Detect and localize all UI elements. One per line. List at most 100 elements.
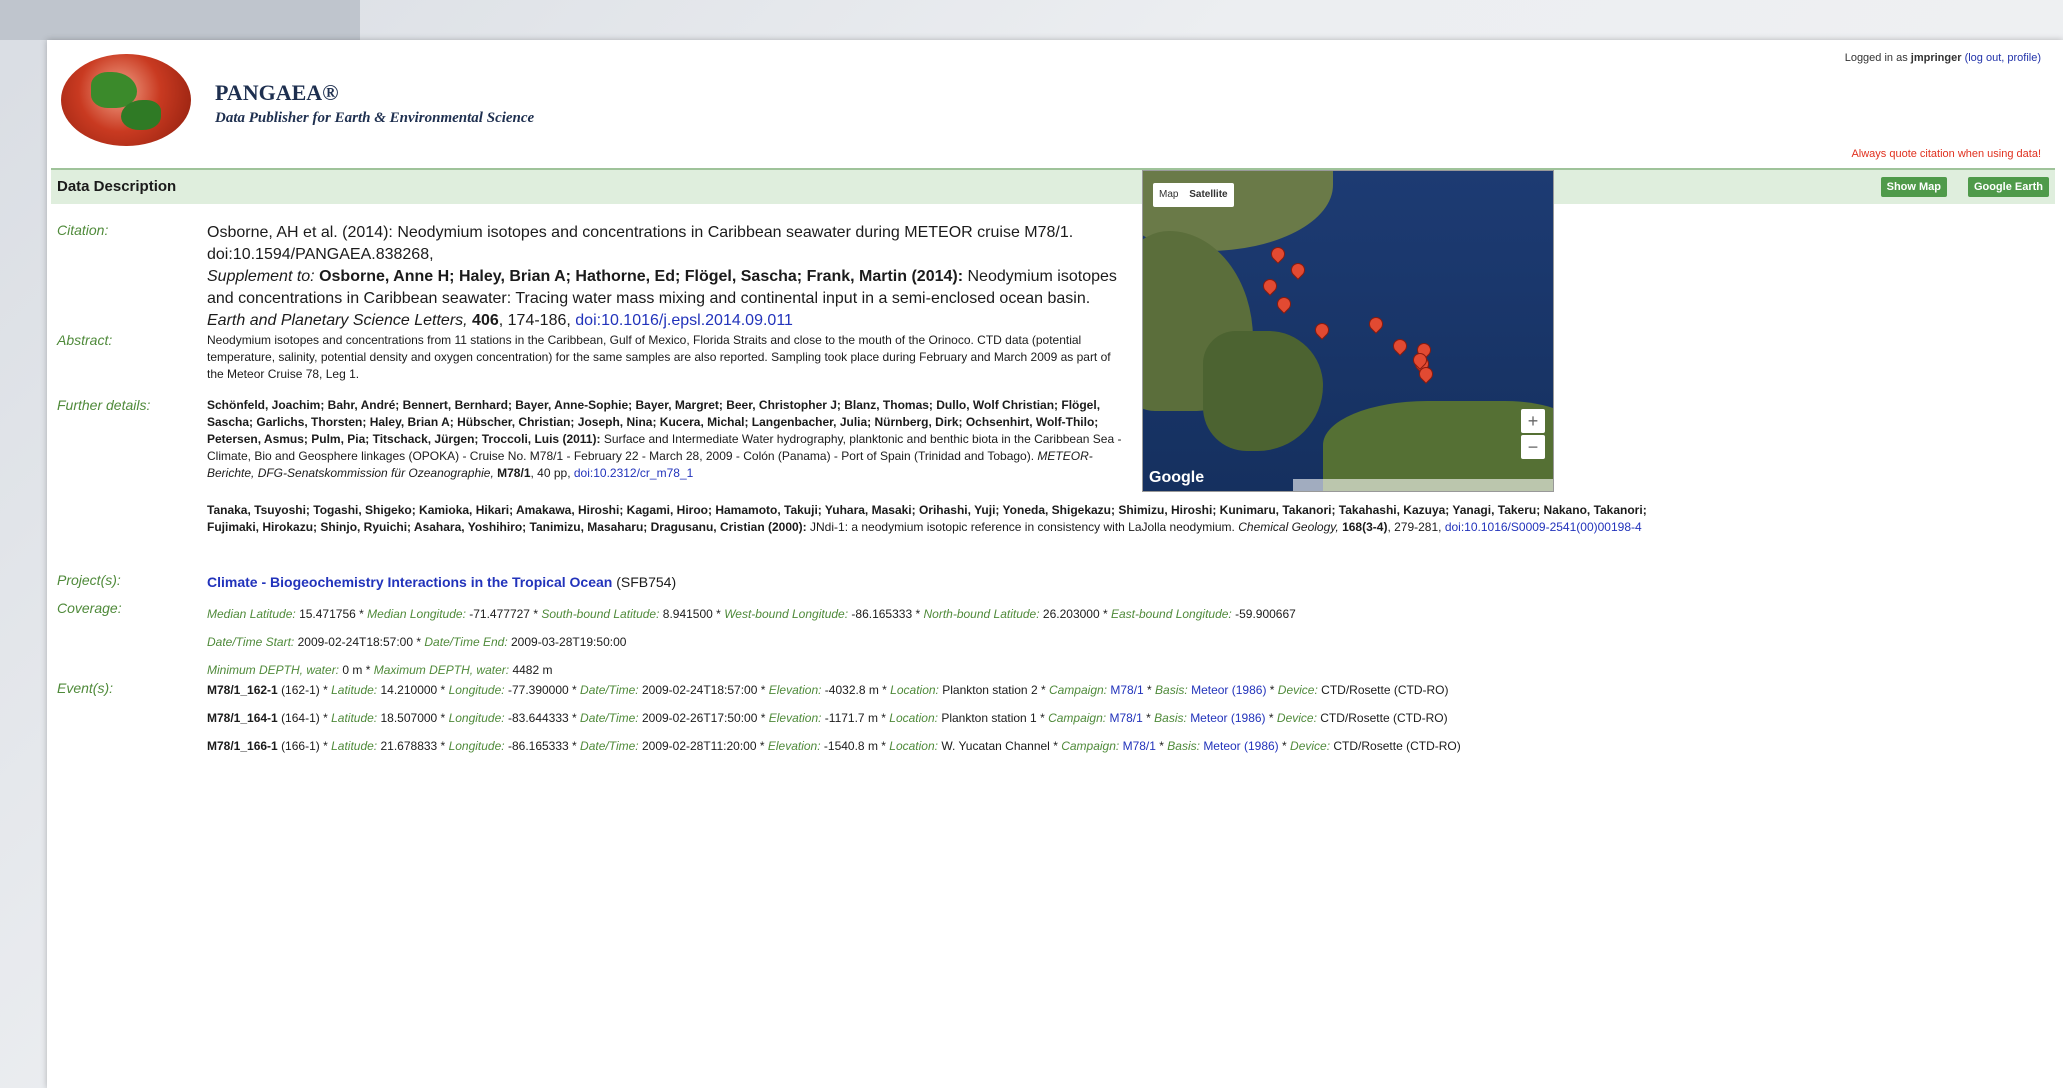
event-id[interactable]: M78/1_162-1	[207, 683, 278, 697]
event-item: M78/1_162-1 (162-1) * Latitude: 14.21000…	[207, 683, 1449, 697]
event-datetime: 2009-02-28T11:20:00	[641, 739, 757, 753]
event-id[interactable]: M78/1_164-1	[207, 711, 278, 725]
event-campaign-label: Campaign:	[1048, 683, 1107, 697]
brand: PANGAEA® Data Publisher for Earth & Envi…	[215, 80, 534, 127]
login-actions-link[interactable]: (log out, profile)	[1965, 52, 2041, 64]
event-device-label: Device:	[1290, 739, 1331, 753]
reference-1: Schönfeld, Joachim; Bahr, André; Bennert…	[207, 397, 1127, 482]
ref1-doi-link[interactable]: doi:10.2312/cr_m78_1	[574, 466, 693, 480]
pangaea-page: PANGAEA® Data Publisher for Earth & Envi…	[47, 40, 2063, 1088]
map-marker-icon[interactable]	[1288, 260, 1308, 280]
median-lat: 15.471756	[299, 607, 356, 621]
zoom-out-button[interactable]: −	[1521, 435, 1545, 459]
event-lon-label: Longitude:	[448, 711, 505, 725]
supplement-pages: , 174-186,	[498, 312, 571, 329]
coverage-line-geo: Median Latitude: 15.471756 * Median Long…	[207, 607, 1296, 621]
abstract-label: Abstract:	[57, 332, 113, 348]
event-device: CTD/Rosette (CTD-RO)	[1321, 683, 1449, 697]
event-elevation: -4032.8 m	[824, 683, 879, 697]
map-type-satellite[interactable]: Satellite	[1189, 189, 1227, 200]
ref1-volume: M78/1	[497, 466, 531, 480]
event-lat: 18.507000	[380, 711, 438, 725]
event-elevation-label: Elevation:	[767, 739, 821, 753]
project-value: Climate - Biogeochemistry Interactions i…	[207, 572, 676, 592]
pangaea-logo[interactable]	[61, 54, 191, 146]
event-location-label: Location:	[890, 683, 939, 697]
map-marker-icon[interactable]	[1390, 336, 1410, 356]
event-location-label: Location:	[889, 739, 938, 753]
project-code: (SFB754)	[616, 574, 677, 590]
events-list: M78/1_162-1 (162-1) * Latitude: 14.21000…	[207, 680, 2047, 756]
event-basis-label: Basis:	[1154, 711, 1187, 725]
median-lat-label: Median Latitude:	[207, 607, 296, 621]
window-edge	[0, 0, 360, 40]
event-lat-label: Latitude:	[331, 683, 378, 697]
coverage-label: Coverage:	[57, 600, 122, 616]
ref1-pages: , 40 pp,	[530, 466, 571, 480]
event-location: W. Yucatan Channel	[941, 739, 1050, 753]
map-marker-icon[interactable]	[1268, 244, 1288, 264]
abstract-text: Neodymium isotopes and concentrations fr…	[207, 333, 1111, 381]
supplement-journal: Earth and Planetary Science Letters,	[207, 312, 468, 329]
event-campaign-link[interactable]: M78/1	[1110, 683, 1143, 697]
project-link[interactable]: Climate - Biogeochemistry Interactions i…	[207, 574, 612, 590]
event-location: Plankton station 1	[941, 711, 1037, 725]
event-device: CTD/Rosette (CTD-RO)	[1333, 739, 1461, 753]
map-type-map[interactable]: Map	[1159, 189, 1178, 200]
section-title: Data Description	[57, 178, 177, 195]
supplement-volume: 406	[472, 312, 499, 329]
map-marker-icon[interactable]	[1312, 320, 1332, 340]
event-device-label: Device:	[1277, 683, 1318, 697]
event-basis-link[interactable]: Meteor (1986)	[1190, 711, 1265, 725]
end-datetime: 2009-03-28T19:50:00	[511, 635, 627, 649]
min-depth-label: Minimum DEPTH, water:	[207, 663, 340, 677]
ref2-volume: 168(3-4)	[1342, 520, 1388, 534]
event-basis-label: Basis:	[1155, 683, 1188, 697]
event-elevation-label: Elevation:	[768, 711, 822, 725]
brand-tagline: Data Publisher for Earth & Environmental…	[215, 110, 535, 126]
further-details-label: Further details:	[57, 397, 151, 413]
median-lon: -71.477727	[469, 607, 530, 621]
event-campaign-label: Campaign:	[1061, 739, 1120, 753]
ref2-pages: , 279-281,	[1387, 520, 1442, 534]
event-campaign-link[interactable]: M78/1	[1123, 739, 1156, 753]
event-basis-link[interactable]: Meteor (1986)	[1191, 683, 1266, 697]
event-basis-link[interactable]: Meteor (1986)	[1203, 739, 1278, 753]
event-alias: (162-1)	[281, 683, 320, 697]
map-marker-icon[interactable]	[1260, 276, 1280, 296]
west-lon: -86.165333	[851, 607, 913, 621]
ref2-doi-link[interactable]: doi:10.1016/S0009-2541(00)00198-4	[1445, 520, 1642, 534]
map-marker-icon[interactable]	[1366, 314, 1386, 334]
citation-supplement: Supplement to: Osborne, Anne H; Haley, B…	[207, 266, 1117, 332]
event-device-label: Device:	[1276, 711, 1317, 725]
data-description-bar: Data Description Show Map Google Earth	[51, 168, 2055, 204]
event-item: M78/1_164-1 (164-1) * Latitude: 18.50700…	[207, 711, 1448, 725]
zoom-in-button[interactable]: +	[1521, 409, 1545, 433]
map-attribution	[1293, 479, 1553, 491]
start-label: Date/Time Start:	[207, 635, 295, 649]
event-location: Plankton station 2	[942, 683, 1038, 697]
max-depth: 4482 m	[512, 663, 553, 677]
event-lon-label: Longitude:	[448, 739, 505, 753]
login-prefix: Logged in as	[1844, 52, 1908, 64]
citation-line1: Osborne, AH et al. (2014): Neodymium iso…	[207, 224, 1074, 241]
google-earth-button[interactable]: Google Earth	[1967, 177, 2049, 197]
map-marker-icon[interactable]	[1274, 294, 1294, 314]
event-lon: -83.644333	[507, 711, 569, 725]
reference-2: Tanaka, Tsuyoshi; Togashi, Shigeko; Kami…	[207, 502, 1667, 536]
event-campaign-link[interactable]: M78/1	[1109, 711, 1142, 725]
event-datetime-label: Date/Time:	[580, 683, 639, 697]
map-type-control[interactable]: Map Satellite	[1153, 183, 1234, 207]
supplement-doi-link[interactable]: doi:10.1016/j.epsl.2014.09.011	[575, 312, 793, 329]
show-map-button[interactable]: Show Map	[1880, 177, 1947, 197]
min-depth: 0 m	[342, 663, 363, 677]
median-lon-label: Median Longitude:	[367, 607, 466, 621]
event-id[interactable]: M78/1_166-1	[207, 739, 278, 753]
events-label: Event(s):	[57, 680, 114, 696]
event-lon: -77.390000	[507, 683, 569, 697]
supplement-authors: Osborne, Anne H; Haley, Brian A; Hathorn…	[319, 268, 964, 285]
north-label: North-bound Latitude:	[923, 607, 1040, 621]
station-map[interactable]: Map Satellite + − Google	[1142, 170, 1554, 492]
event-datetime: 2009-02-24T18:57:00	[641, 683, 758, 697]
event-lat: 14.210000	[380, 683, 438, 697]
